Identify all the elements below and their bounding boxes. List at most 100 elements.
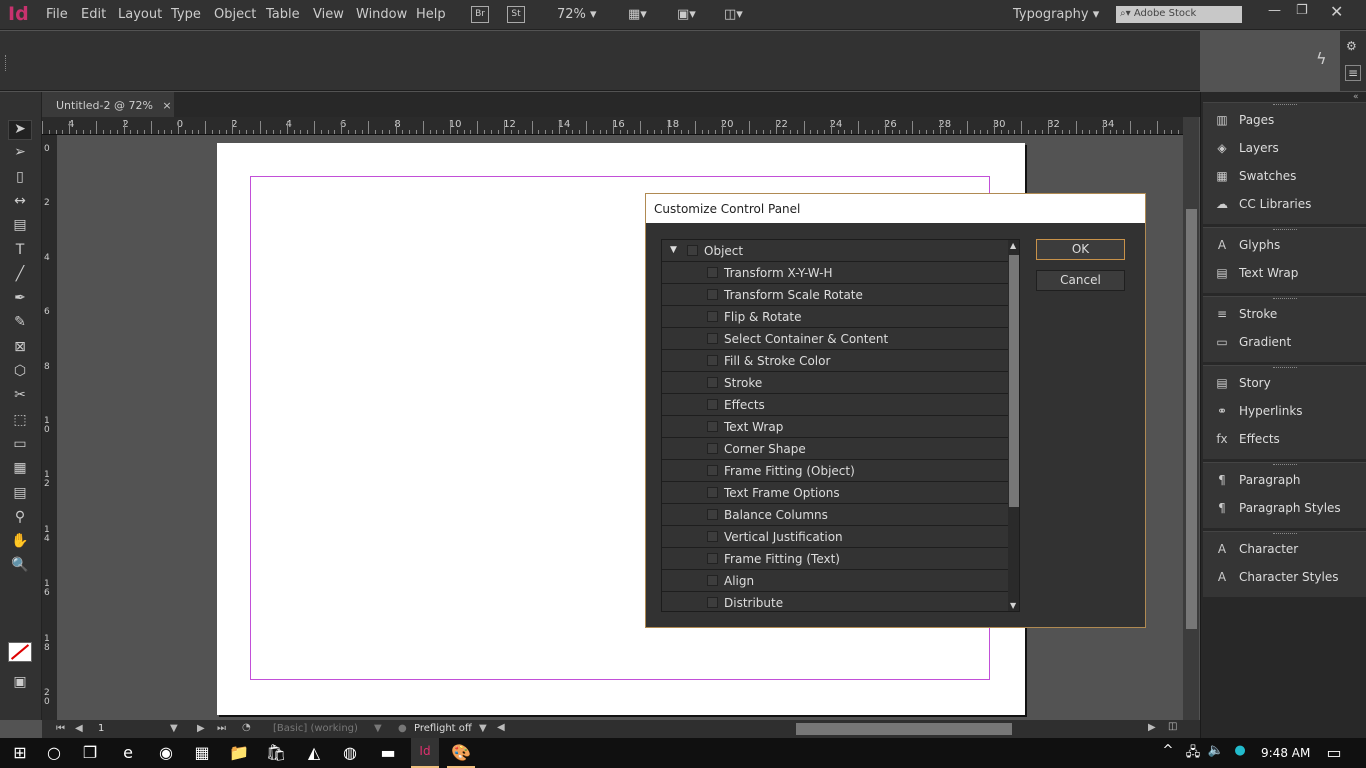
item-checkbox[interactable] bbox=[707, 575, 718, 586]
gradient-swatch-tool-icon[interactable]: ▭ bbox=[8, 436, 32, 456]
ok-button[interactable]: OK bbox=[1036, 239, 1125, 260]
menu-table[interactable]: Table bbox=[266, 7, 300, 22]
panel-group-grip[interactable] bbox=[1273, 367, 1297, 370]
panel-gradient[interactable]: ▭ Gradient bbox=[1213, 335, 1291, 349]
tree-item[interactable]: Corner Shape bbox=[662, 438, 1008, 460]
panel-layers[interactable]: ◈ Layers bbox=[1213, 141, 1278, 155]
tree-group-object[interactable]: ▼ Object bbox=[662, 240, 1008, 262]
menu-type[interactable]: Type bbox=[171, 7, 201, 22]
menu-view[interactable]: View bbox=[313, 7, 344, 22]
action-center-icon[interactable]: ▭ bbox=[1320, 743, 1348, 762]
zoom-tool-icon[interactable]: 🔍 bbox=[8, 557, 32, 577]
eyedropper-tool-icon[interactable]: ⚲ bbox=[8, 509, 32, 529]
item-checkbox[interactable] bbox=[707, 289, 718, 300]
preflight-dropdown[interactable]: ▼ bbox=[479, 723, 487, 734]
arrange-documents-button[interactable]: ◫▾ bbox=[724, 7, 743, 22]
item-checkbox[interactable] bbox=[707, 377, 718, 388]
tree-item[interactable]: Balance Columns bbox=[662, 504, 1008, 526]
tree-item[interactable]: Text Frame Options bbox=[662, 482, 1008, 504]
app-1-taskbar-icon[interactable]: ◭ bbox=[300, 743, 328, 762]
app-2-taskbar-icon[interactable]: ◍ bbox=[336, 743, 364, 762]
expand-triangle-icon[interactable]: ▼ bbox=[670, 245, 677, 255]
item-checkbox[interactable] bbox=[707, 487, 718, 498]
page-dropdown[interactable]: ▼ bbox=[170, 723, 178, 734]
adobe-stock-search[interactable]: ⌕▾ Adobe Stock bbox=[1116, 6, 1242, 23]
zoom-level-dropdown[interactable]: 72% ▾ bbox=[557, 7, 597, 22]
item-checkbox[interactable] bbox=[707, 531, 718, 542]
edge-taskbar-icon[interactable]: e bbox=[114, 743, 142, 762]
next-page-button[interactable]: ▶ bbox=[197, 723, 205, 734]
content-collector-tool-icon[interactable]: ▤ bbox=[8, 217, 32, 237]
scissors-tool-icon[interactable]: ✂ bbox=[8, 387, 32, 407]
panel-swatches[interactable]: ▦ Swatches bbox=[1213, 169, 1296, 183]
tree-item[interactable]: Frame Fitting (Text) bbox=[662, 548, 1008, 570]
note-tool-icon[interactable]: ▤ bbox=[8, 485, 32, 505]
panel-paragraph-styles[interactable]: ¶ Paragraph Styles bbox=[1213, 501, 1341, 515]
line-tool-icon[interactable]: ╱ bbox=[8, 266, 32, 286]
panel-group-grip[interactable] bbox=[1273, 229, 1297, 232]
restore-button[interactable]: ❐ bbox=[1296, 3, 1308, 18]
menu-window[interactable]: Window bbox=[356, 7, 407, 22]
minimize-button[interactable]: — bbox=[1268, 3, 1281, 18]
screen-mode-button[interactable]: ▣▾ bbox=[677, 7, 696, 22]
panel-group-grip[interactable] bbox=[1273, 464, 1297, 467]
tray-app-icon[interactable]: ● bbox=[1226, 743, 1254, 758]
scroll-down-icon[interactable]: ▼ bbox=[1010, 601, 1016, 610]
file-explorer-taskbar-icon[interactable]: 📁 bbox=[225, 743, 253, 762]
item-checkbox[interactable] bbox=[707, 399, 718, 410]
close-tab-icon[interactable]: × bbox=[162, 99, 171, 112]
menu-layout[interactable]: Layout bbox=[118, 7, 162, 22]
vertical-scroll-thumb[interactable] bbox=[1186, 209, 1197, 629]
style-dropdown[interactable]: ▼ bbox=[374, 723, 382, 734]
menu-edit[interactable]: Edit bbox=[81, 7, 106, 22]
item-checkbox[interactable] bbox=[707, 597, 718, 608]
scroll-up-icon[interactable]: ▲ bbox=[1010, 241, 1016, 250]
free-transform-tool-icon[interactable]: ⬚ bbox=[8, 412, 32, 432]
horizontal-ruler[interactable]: 4 2 0 2 4 6 8 10 12 14 16 18 20 22 24 26 28 30 32 34 bbox=[42, 117, 1183, 135]
panel-menu-icon[interactable]: ≡ bbox=[1345, 65, 1361, 81]
panel-stroke[interactable]: ≡ Stroke bbox=[1213, 307, 1277, 321]
item-checkbox[interactable] bbox=[707, 443, 718, 454]
vertical-ruler[interactable]: 0 2 4 6 8 1 0 1 2 1 4 1 6 1 8 2 0 bbox=[42, 135, 57, 720]
tree-item[interactable]: Fill & Stroke Color bbox=[662, 350, 1008, 372]
panel-group-grip[interactable] bbox=[1273, 104, 1297, 107]
document-tab[interactable]: Untitled-2 @ 72% × bbox=[42, 92, 174, 117]
list-scroll-thumb[interactable] bbox=[1009, 255, 1019, 507]
polygon-tool-icon[interactable]: ⬡ bbox=[8, 363, 32, 383]
list-scrollbar[interactable]: ▲ ▼ bbox=[1008, 240, 1019, 611]
type-tool-icon[interactable]: T bbox=[8, 242, 32, 262]
object-checkbox[interactable] bbox=[687, 245, 698, 256]
tree-item[interactable]: Frame Fitting (Object) bbox=[662, 460, 1008, 482]
item-checkbox[interactable] bbox=[707, 267, 718, 278]
tree-item[interactable]: Effects bbox=[662, 394, 1008, 416]
horizontal-scroll-thumb[interactable] bbox=[796, 723, 1012, 735]
panel-story[interactable]: ▤ Story bbox=[1213, 376, 1270, 390]
start-taskbar-icon[interactable]: ⊞ bbox=[6, 743, 34, 762]
scroll-left-button[interactable]: ◀ bbox=[497, 722, 505, 733]
pen-tool-icon[interactable]: ✒ bbox=[8, 290, 32, 310]
tree-item[interactable]: Select Container & Content bbox=[662, 328, 1008, 350]
panel-character[interactable]: A Character bbox=[1213, 542, 1298, 556]
panel-cc-libraries[interactable]: ☁ CC Libraries bbox=[1213, 197, 1311, 211]
item-checkbox[interactable] bbox=[707, 333, 718, 344]
indesign-taskbar-icon[interactable]: Id bbox=[411, 738, 439, 768]
app-3-taskbar-icon[interactable]: ▬ bbox=[374, 743, 402, 762]
page-number-field[interactable]: 1 bbox=[98, 723, 104, 734]
item-checkbox[interactable] bbox=[707, 421, 718, 432]
open-page-icon[interactable]: ◔ bbox=[242, 722, 251, 733]
calculator-taskbar-icon[interactable]: ▦ bbox=[188, 743, 216, 762]
last-page-button[interactable]: ⏭ bbox=[217, 723, 226, 734]
page-tool-icon[interactable]: ▯ bbox=[8, 169, 32, 189]
panel-hyperlinks[interactable]: ⚭ Hyperlinks bbox=[1213, 404, 1303, 418]
direct-selection-tool-icon[interactable]: ➢ bbox=[8, 144, 32, 164]
quick-apply-icon[interactable]: ϟ bbox=[1316, 49, 1327, 68]
cancel-button[interactable]: Cancel bbox=[1036, 270, 1125, 291]
previous-page-button[interactable]: ◀ bbox=[75, 723, 83, 734]
tree-item[interactable]: Align bbox=[662, 570, 1008, 592]
gradient-feather-tool-icon[interactable]: ▦ bbox=[8, 460, 32, 480]
panel-paragraph[interactable]: ¶ Paragraph bbox=[1213, 473, 1300, 487]
panel-glyphs[interactable]: A Glyphs bbox=[1213, 238, 1280, 252]
store-taskbar-icon[interactable]: 🛍 bbox=[262, 743, 290, 762]
preflight-status[interactable]: Preflight off bbox=[414, 723, 472, 734]
item-checkbox[interactable] bbox=[707, 509, 718, 520]
